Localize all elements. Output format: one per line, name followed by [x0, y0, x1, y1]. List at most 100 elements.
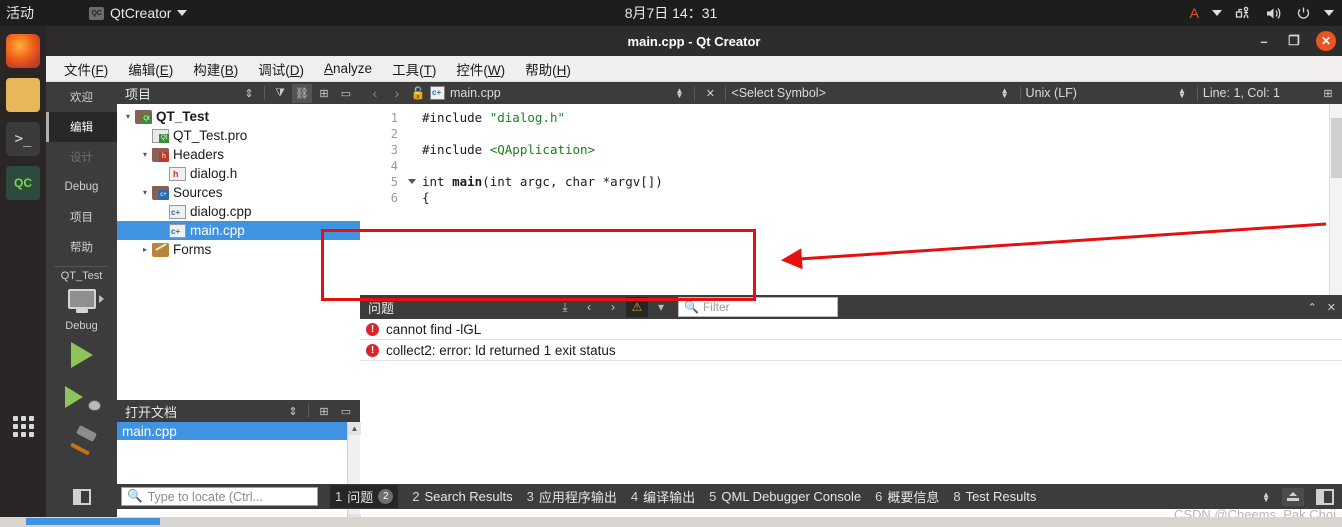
filter-dropdown-icon[interactable]: ▾	[650, 297, 672, 317]
folder-qt-icon	[135, 109, 152, 124]
mode-item-4[interactable]: 项目	[46, 202, 117, 232]
mode-item-0[interactable]: 欢迎	[46, 82, 117, 112]
split-icon[interactable]: ⊞	[314, 402, 334, 421]
maximize-button[interactable]: ❐	[1286, 33, 1302, 49]
collapse-arrow-icon[interactable]: ▸	[138, 245, 152, 254]
split-editor-icon[interactable]: ⊞	[1318, 84, 1338, 103]
close-document-icon[interactable]: ✕	[700, 84, 720, 103]
progress-details-icon[interactable]	[1282, 487, 1304, 506]
mode-item-5[interactable]: 帮助	[46, 232, 117, 262]
tree-item[interactable]: QT_Test.pro	[117, 126, 360, 145]
symbol-selector[interactable]: <Select Symbol>	[731, 86, 826, 100]
output-tab-number: 2	[412, 489, 420, 504]
menu-item-4[interactable]: Analyze	[324, 61, 372, 76]
symbol-spinner[interactable]: ▲ ▼	[1001, 87, 1009, 100]
launcher-item-qtcreator[interactable]: QC	[6, 166, 40, 200]
issues-filter-input[interactable]: 🔍 Filter	[678, 297, 839, 317]
menu-item-3[interactable]: 调试(D)	[258, 59, 304, 79]
accessibility-icon[interactable]	[1235, 6, 1252, 21]
collapse-icon[interactable]: ▭	[336, 402, 356, 421]
link-icon[interactable]: ⛓	[292, 83, 312, 103]
list-item[interactable]: main.cpp	[117, 422, 360, 440]
power-icon[interactable]	[1296, 6, 1311, 21]
go-forward-icon[interactable]: ›	[386, 85, 408, 101]
filter-icon[interactable]: ⧩	[270, 84, 290, 103]
export-icon[interactable]: ⤓	[554, 297, 576, 317]
tree-item[interactable]: ▾ QT_Test	[117, 107, 360, 126]
line-ending-selector[interactable]: Unix (LF)	[1026, 86, 1077, 100]
tree-item[interactable]: ▸ Forms	[117, 240, 360, 259]
tab-overflow-spinner[interactable]: ▲ ▼	[1262, 490, 1270, 503]
opendocs-scrollbar[interactable]: ▲ ▼	[347, 422, 361, 527]
right-sidebar-toggle-icon[interactable]	[1316, 488, 1334, 505]
menu-item-0[interactable]: 文件(F)	[64, 59, 108, 79]
expand-arrow-icon[interactable]: ▾	[138, 150, 152, 159]
project-tree[interactable]: ▾ QT_Test QT_Test.pro ▾ Headers dialog.h ▾ Sour…	[117, 104, 360, 400]
minimize-panel-icon[interactable]: ⌃	[1308, 301, 1317, 314]
launcher-item-files[interactable]	[6, 78, 40, 112]
tree-item[interactable]: ▾ Headers	[117, 145, 360, 164]
output-tab-6[interactable]: 8 Test Results	[953, 489, 1036, 504]
warning-filter-icon[interactable]: ⚠	[626, 297, 649, 317]
expand-arrow-icon[interactable]: ▾	[121, 112, 135, 121]
output-tab-0[interactable]: 1 问题 2	[330, 485, 399, 508]
scroll-up-icon[interactable]: ▲	[348, 422, 361, 435]
expand-arrow-icon[interactable]: ▾	[138, 188, 152, 197]
output-tab-2[interactable]: 3 应用程序输出	[527, 487, 617, 506]
close-panel-icon[interactable]: ✕	[1327, 301, 1336, 314]
menu-item-5[interactable]: 工具(T)	[392, 59, 436, 79]
locator-input[interactable]: 🔍 Type to locate (Ctrl...	[121, 487, 318, 506]
volume-icon[interactable]	[1265, 6, 1283, 21]
minimize-button[interactable]: –	[1256, 34, 1272, 49]
close-button[interactable]: ✕	[1316, 31, 1336, 51]
line-ending-spinner[interactable]: ▲ ▼	[1178, 87, 1186, 100]
tree-item[interactable]: dialog.cpp	[117, 202, 360, 221]
kit-selector-button[interactable]	[62, 284, 104, 314]
clock[interactable]: 8月7日 14：31	[0, 3, 1342, 23]
output-tab-3[interactable]: 4 编译输出	[631, 487, 695, 506]
chevron-down-icon[interactable]	[1324, 10, 1334, 16]
debug-button[interactable]	[46, 376, 117, 418]
sort-icon[interactable]: ⇕	[239, 84, 259, 103]
output-tab-5[interactable]: 6 概要信息	[875, 487, 939, 506]
menu-item-1[interactable]: 编辑(E)	[128, 59, 173, 79]
launcher-item-firefox[interactable]	[6, 34, 40, 68]
prev-issue-icon[interactable]: ‹	[578, 297, 600, 317]
launcher-item-terminal[interactable]: >_	[6, 122, 40, 156]
menu-item-6[interactable]: 控件(W)	[456, 59, 505, 79]
code-editor[interactable]: 1 2 3 456 #include "dialog.h" #include <QAp…	[360, 104, 1342, 295]
tree-item[interactable]: dialog.h	[117, 164, 360, 183]
cursor-position: Line: 1, Col: 1	[1202, 86, 1281, 100]
collapse-icon[interactable]: ▭	[336, 84, 356, 103]
code-content[interactable]: #include "dialog.h" #include <QApplicati…	[406, 104, 1342, 295]
editor-toolbar: ‹ › 🔓 main.cpp ▲▼ ✕ <Select Symbol> ▲▼ U…	[360, 82, 1342, 104]
sort-icon[interactable]: ⇕	[283, 402, 303, 421]
input-method-indicator[interactable]: A	[1190, 5, 1199, 21]
mode-item-3[interactable]: Debug	[46, 172, 117, 202]
issue-row[interactable]: ! cannot find -lGL	[360, 319, 1342, 340]
output-tab-4[interactable]: 5 QML Debugger Console	[709, 489, 861, 504]
tree-item[interactable]: main.cpp	[117, 221, 360, 240]
lock-icon[interactable]: 🔓	[408, 86, 428, 100]
next-issue-icon[interactable]: ›	[602, 297, 624, 317]
issue-row[interactable]: ! collect2: error: ld returned 1 exit sta…	[360, 340, 1342, 361]
mode-item-1[interactable]: 编辑	[46, 112, 117, 142]
menu-item-2[interactable]: 构建(B)	[193, 59, 238, 79]
go-back-icon[interactable]: ‹	[364, 85, 386, 101]
tree-item[interactable]: ▾ Sources	[117, 183, 360, 202]
split-icon[interactable]: ⊞	[314, 84, 334, 103]
build-button[interactable]	[46, 418, 117, 460]
show-applications-icon[interactable]	[6, 409, 40, 443]
file-selector-spinner[interactable]: ▲ ▼	[675, 87, 683, 100]
menu-item-7[interactable]: 帮助(H)	[525, 59, 571, 79]
sidebar-toggle-button[interactable]	[46, 488, 117, 505]
chevron-down-icon[interactable]	[1212, 10, 1222, 16]
editor-scrollbar[interactable]	[1329, 104, 1342, 295]
output-tab-1[interactable]: 2 Search Results	[412, 489, 512, 504]
open-documents-list[interactable]: main.cpp ▲ ▼	[117, 422, 361, 527]
run-button[interactable]	[46, 334, 117, 376]
fold-marker-icon[interactable]	[408, 179, 416, 184]
editor-file-name[interactable]: main.cpp	[450, 86, 501, 100]
